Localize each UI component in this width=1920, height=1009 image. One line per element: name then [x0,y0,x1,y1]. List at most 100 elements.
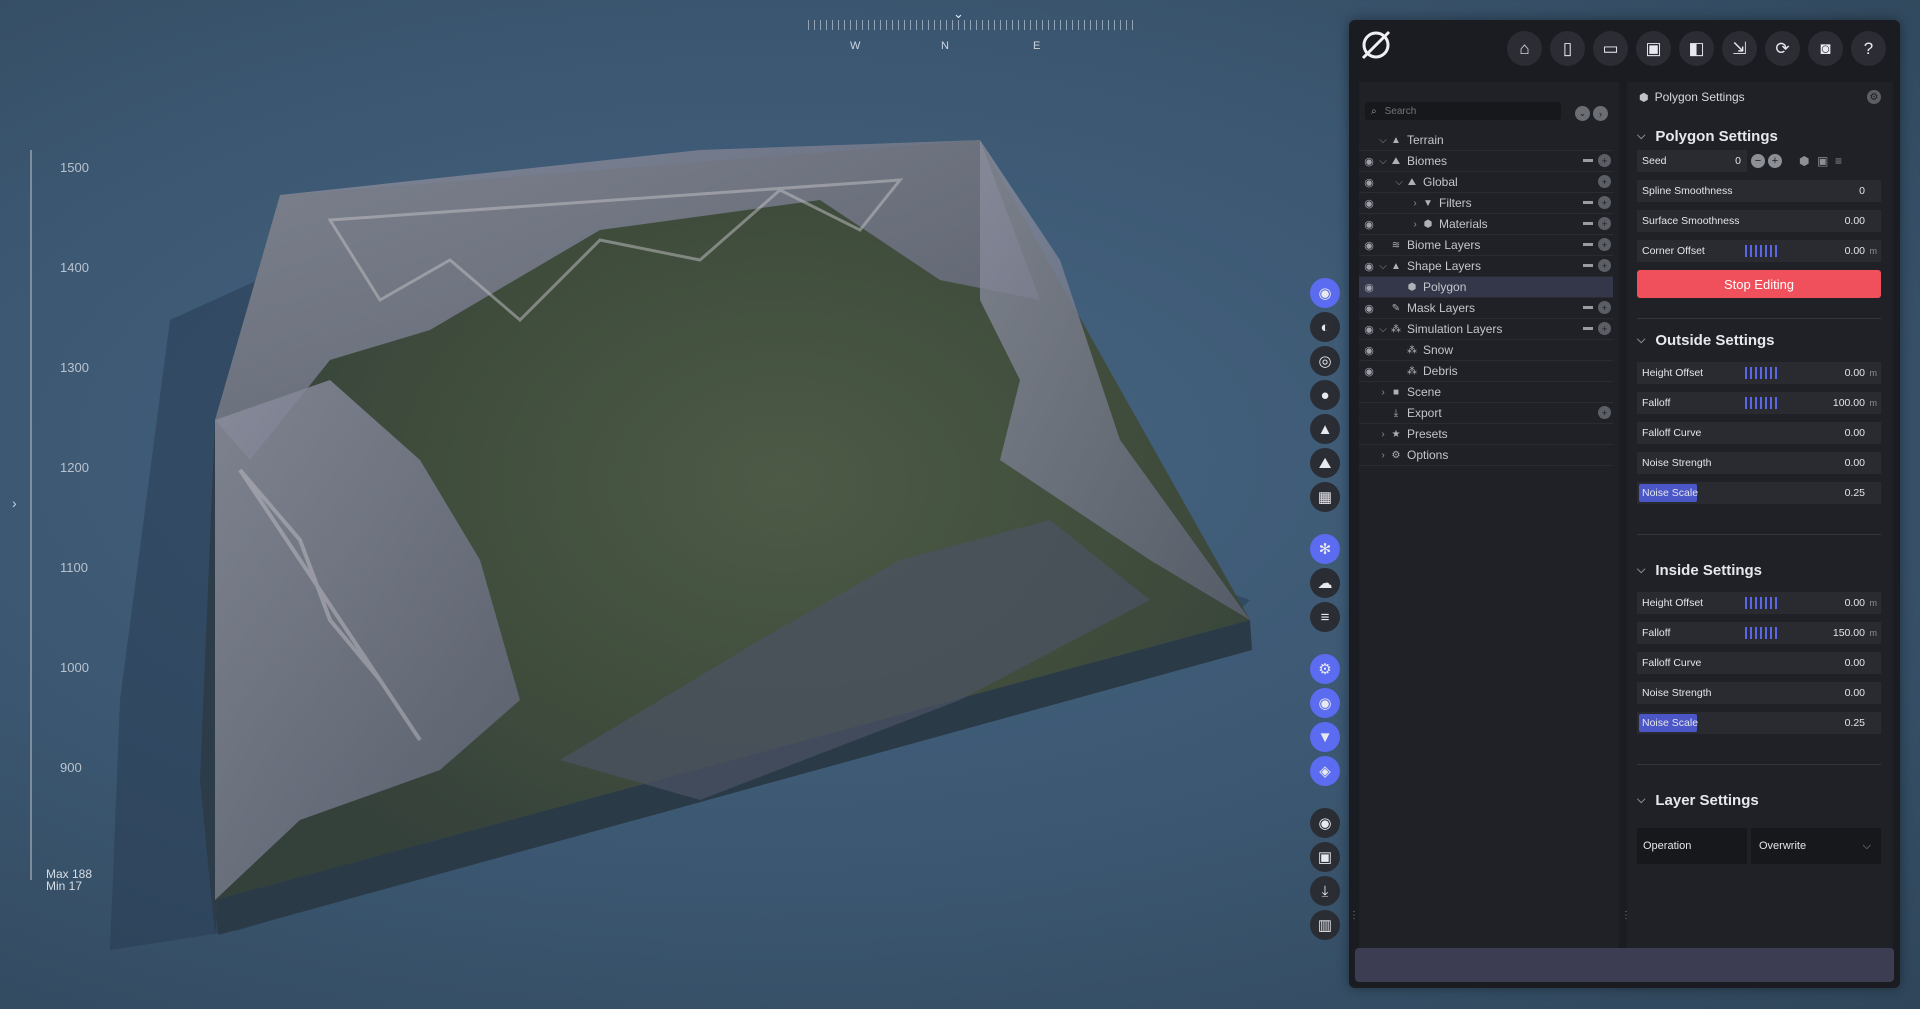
folder-icon[interactable]: ▬ [1583,196,1593,209]
tree-row[interactable]: ◉ ⁂ Snow [1359,340,1613,361]
seed-random-icon[interactable]: ⬢ [1799,154,1809,168]
chart-icon[interactable]: ▥ [1310,910,1340,940]
folder-icon[interactable]: ▬ [1583,301,1593,314]
add-icon[interactable]: + [1598,154,1611,167]
add-icon[interactable]: + [1598,406,1611,419]
expand-chevron-icon[interactable]: ⌵ [1377,324,1389,335]
search-input[interactable] [1382,104,1557,118]
corner-offset-field[interactable]: Corner Offset 0.00 m [1637,240,1881,262]
export-icon[interactable]: ⇲ [1722,31,1757,66]
expand-chevron-icon[interactable]: › [1377,429,1389,440]
expand-chevron-icon[interactable]: › [1409,219,1421,230]
seed-decrement-icon[interactable]: − [1751,154,1765,168]
3d-viewport[interactable]: › 1500 1400 1300 1200 1100 1000 900 Max … [0,0,1350,1009]
outside-falloff-curve-field[interactable]: Falloff Curve 0.00 [1637,422,1881,444]
save-icon[interactable]: ▣ [1636,31,1671,66]
inside-settings-title[interactable]: ⌵ Inside Settings [1627,556,1889,584]
visibility-eye-icon[interactable]: ◉ [1361,323,1377,336]
mountain-icon[interactable]: ▲ [1310,414,1340,444]
add-icon[interactable]: + [1598,217,1611,230]
layers-lines-icon[interactable]: ≡ [1310,602,1340,632]
globe-icon[interactable]: ◐ [1310,312,1340,342]
expand-chevron-icon[interactable]: › [1409,198,1421,209]
folder-icon[interactable]: ▬ [1583,154,1593,167]
bottom-status-bar[interactable] [1355,948,1894,982]
visibility-eye-icon[interactable]: ◉ [1361,365,1377,378]
filter-icon[interactable]: ▼ [1310,722,1340,752]
tree-row[interactable]: ◉ ⌵ ⁂ Simulation Layers ▬ + [1359,319,1613,340]
polygon-settings-title[interactable]: ⌵ Polygon Settings [1627,122,1889,150]
save-as-icon[interactable]: ◧ [1679,31,1714,66]
seed-save-icon[interactable]: ▣ [1817,154,1828,168]
visibility-eye-icon[interactable]: ◉ [1361,260,1377,273]
visibility-eye-icon[interactable]: ◉ [1361,239,1377,252]
folder-icon[interactable]: ▬ [1583,238,1593,251]
resize-handle-icon[interactable]: ⋮ [1621,910,1631,921]
tree-row[interactable]: ◉ ⁂ Debris [1359,361,1613,382]
visibility-eye-icon[interactable]: ◉ [1361,218,1377,231]
snow-icon[interactable]: ✻ [1310,534,1340,564]
folder-icon[interactable]: ▬ [1583,217,1593,230]
target-icon[interactable]: ◎ [1310,346,1340,376]
outside-settings-title[interactable]: ⌵ Outside Settings [1627,326,1889,354]
stack-icon[interactable]: ◈ [1310,756,1340,786]
drag-grip[interactable] [1745,245,1777,257]
tree-row[interactable]: ◉ ⌵ ⛰ Biomes ▬ + [1359,151,1613,172]
add-icon[interactable]: + [1598,175,1611,188]
surface-smoothness-field[interactable]: Surface Smoothness 0.00 [1637,210,1881,232]
tree-row[interactable]: ◉ › ▼ Filters ▬ + [1359,193,1613,214]
image-icon[interactable]: ▣ [1310,842,1340,872]
drag-grip[interactable] [1745,367,1777,379]
tree-row[interactable]: ◉ ⌵ ▲ Shape Layers ▬ + [1359,256,1613,277]
tree-row[interactable]: › ★ Presets [1359,424,1613,445]
inside-noise-strength-field[interactable]: Noise Strength 0.00 [1637,682,1881,704]
seed-field[interactable]: Seed 0 [1637,150,1747,172]
expand-chevron-icon[interactable]: ⌵ [1377,261,1389,272]
layer-settings-title[interactable]: ⌵ Layer Settings [1627,786,1889,814]
add-icon[interactable]: + [1598,259,1611,272]
expand-chevron-icon[interactable]: › [1377,387,1389,398]
add-icon[interactable]: + [1598,238,1611,251]
visibility-eye-icon[interactable]: ◉ [1361,155,1377,168]
terrain-render[interactable] [0,0,1350,1009]
record-icon[interactable]: ◉ [1310,808,1340,838]
tree-row[interactable]: › ■ Scene [1359,382,1613,403]
collapse-all-icon[interactable]: ⌄ [1575,106,1590,121]
grid-icon[interactable]: ▦ [1310,482,1340,512]
tree-row[interactable]: ◉ › ⬢ Materials ▬ + [1359,214,1613,235]
add-icon[interactable]: + [1598,196,1611,209]
expand-chevron-icon[interactable]: ⌵ [1377,156,1389,167]
search-box[interactable]: ⌕ [1365,102,1561,120]
inside-falloff-field[interactable]: Falloff 150.00 m [1637,622,1881,644]
water-drop-icon[interactable]: ● [1310,380,1340,410]
cloud-icon[interactable]: ☁ [1310,568,1340,598]
operation-select[interactable]: Overwrite ⌵ [1751,828,1881,864]
tree-row[interactable]: ◉ ✎ Mask Layers ▬ + [1359,298,1613,319]
outside-noise-scale-field[interactable]: Noise Scale 0.25 [1637,482,1881,504]
drag-grip[interactable] [1745,397,1777,409]
seed-increment-icon[interactable]: + [1768,154,1782,168]
terrain-tool-icon[interactable]: ◉ [1310,278,1340,308]
inside-noise-scale-field[interactable]: Noise Scale 0.25 [1637,712,1881,734]
tree-row[interactable]: ⌵ ▲ Terrain [1359,130,1613,151]
visibility-eye-icon[interactable]: ◉ [1361,197,1377,210]
refresh-icon[interactable]: ⟳ [1765,31,1800,66]
tree-row[interactable]: ◉ ≋ Biome Layers ▬ + [1359,235,1613,256]
tree-row[interactable]: ⤓ Export + [1359,403,1613,424]
add-icon[interactable]: + [1598,301,1611,314]
spline-smoothness-field[interactable]: Spline Smoothness 0 [1637,180,1881,202]
expand-chevron-icon[interactable]: ⌵ [1377,135,1389,146]
expand-all-icon[interactable]: › [1593,106,1608,121]
inside-falloff-curve-field[interactable]: Falloff Curve 0.00 [1637,652,1881,674]
folder-icon[interactable]: ▬ [1583,259,1593,272]
open-folder-icon[interactable]: ▭ [1593,31,1628,66]
height-icon[interactable]: ⛰ [1310,448,1340,478]
camera-icon[interactable]: ◙ [1808,31,1843,66]
collapse-left-icon[interactable]: › [12,495,17,511]
outside-falloff-field[interactable]: Falloff 100.00 m [1637,392,1881,414]
tree-row[interactable]: ◉ ⌵ ⛰ Global + [1359,172,1613,193]
help-icon[interactable]: ? [1851,31,1886,66]
resize-handle-icon[interactable]: ⋮ [1349,910,1359,921]
expand-chevron-icon[interactable]: ⌵ [1393,177,1405,188]
visibility-eye-icon[interactable]: ◉ [1361,176,1377,189]
